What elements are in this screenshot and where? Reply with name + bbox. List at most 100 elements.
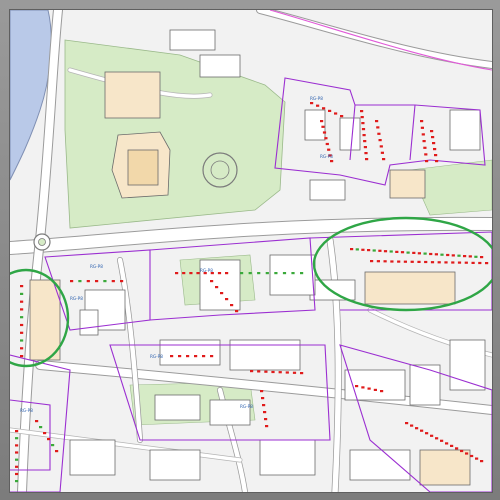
parking-bay [300,272,304,275]
parking-bay [423,252,427,255]
roundabout-center [38,238,46,246]
parking-bay [468,255,472,258]
parking-bay [355,248,359,251]
parking-bay [364,152,368,155]
parking-bay [265,425,269,428]
parking-bay [440,439,444,442]
parking-bay [444,261,448,264]
parking-bay [412,251,416,254]
parking-bay [360,116,364,119]
parking-bay [370,260,374,263]
parking-bay [170,355,174,358]
parking-bay [225,272,229,275]
parking-bay [186,355,190,358]
parking-bay [403,260,407,263]
parking-bay [240,272,244,275]
parking-bay [475,457,479,460]
parking-bay [310,102,314,105]
parking-bay [389,250,393,253]
parking-bay [360,110,364,113]
parking-bay [474,255,478,258]
parking-bay [471,261,475,264]
parking-bay [406,251,410,254]
parking-bay [225,298,229,301]
parking-bay [457,261,462,264]
parking-bay [20,347,24,350]
parking-zone-map[interactable]: RG-P8 RG-P8 RG-P8 RG-P8 RG-P8 RG-P8 RG-P… [10,10,492,492]
parking-bay [380,151,384,154]
parking-bay [445,442,449,445]
parking-bay [464,261,468,264]
parking-bay [230,304,234,307]
parking-bay [395,250,399,253]
parking-bay [300,372,304,375]
parking-bay [35,420,39,423]
parking-bay [328,109,332,112]
parking-bay [430,130,434,133]
parking-bay [420,120,424,123]
parking-bay [424,260,428,264]
parking-bay [485,262,489,265]
zone-label: RG-P8 [20,408,33,413]
parking-bay [455,447,459,450]
parking-bay [265,272,269,275]
parking-bay [20,316,24,319]
parking-bay [425,160,429,163]
parking-bay [261,397,265,400]
parking-bay [15,437,19,440]
parking-bay [78,280,82,283]
parking-bay [15,430,19,433]
map-viewport[interactable]: RG-P8 RG-P8 RG-P8 RG-P8 RG-P8 RG-P8 RG-P… [9,9,493,493]
parking-bay [377,132,381,135]
parking-bay [350,248,354,251]
parking-bay [470,454,474,458]
parking-bay [250,370,254,373]
parking-bay [378,139,382,142]
parking-bay [271,370,275,374]
parking-bay [424,153,428,156]
parking-bay [417,260,421,263]
parking-bay [372,249,376,252]
parking-bay [363,140,367,143]
parking-bay [361,248,365,251]
parking-bay [95,280,99,283]
parking-bay [379,145,383,148]
parking-bay [463,255,467,258]
parking-bay [421,133,425,136]
zone-label: RG-P8 [320,154,333,159]
parking-bay [15,451,19,454]
parking-bay [189,272,193,275]
parking-bay [15,444,19,447]
parking-bay [47,438,51,441]
parking-bay [431,136,435,139]
parking-bay [410,260,414,263]
parking-bay [322,131,327,134]
parking-bay [363,146,367,149]
parking-bay [365,158,369,161]
parking-bay [235,310,239,313]
parking-bay [320,120,324,123]
parking-bay [367,249,371,252]
parking-bay [400,251,405,254]
parking-bay [480,460,484,463]
parking-bay [248,272,252,275]
parking-bay [263,411,267,414]
parking-bay [291,272,295,275]
parking-bay [383,250,388,253]
parking-bay [260,390,264,393]
parking-bay [425,432,429,435]
parking-bay [264,370,268,373]
parking-bay [330,160,334,163]
parking-bay [422,140,426,143]
parking-bay [257,370,261,373]
parking-bay [215,286,219,289]
parking-bay [376,126,380,129]
parking-bay [322,107,326,110]
parking-bay [55,450,59,453]
parking-bay [340,115,344,118]
parking-bay [390,260,394,263]
parking-bay [257,272,261,275]
parking-bay [367,387,371,390]
parking-bay [15,480,19,483]
parking-bay [325,142,329,146]
